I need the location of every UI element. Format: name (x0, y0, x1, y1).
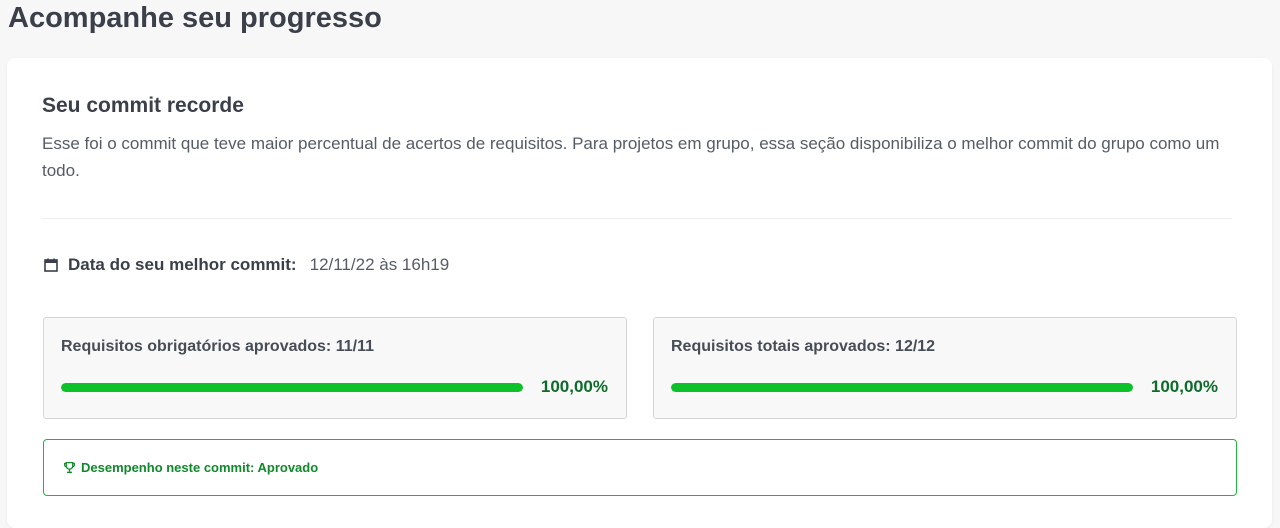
section-title: Seu commit recorde (42, 94, 244, 117)
mandatory-progress-bar (61, 383, 523, 392)
section-description: Esse foi o commit que teve maior percent… (42, 134, 1220, 180)
total-progress-fill (671, 383, 1133, 392)
best-commit-date-row: Data do seu melhor commit: 12/11/22 às 1… (43, 255, 449, 275)
performance-status-box: Desempenho neste commit: Aprovado (43, 439, 1237, 496)
page-title: Acompanhe seu progresso (8, 2, 382, 34)
divider (42, 218, 1232, 219)
calendar-icon (43, 257, 59, 273)
total-requirements-box: Requisitos totais aprovados: 12/12 100,0… (653, 317, 1237, 419)
trophy-icon (63, 461, 76, 474)
total-requirements-title: Requisitos totais aprovados: 12/12 (671, 338, 936, 355)
performance-status-text: Desempenho neste commit: Aprovado (81, 460, 319, 475)
mandatory-progress-fill (61, 383, 523, 392)
date-label: Data do seu melhor commit: (68, 255, 297, 274)
date-value: 12/11/22 às 16h19 (309, 255, 450, 274)
mandatory-requirements-title: Requisitos obrigatórios aprovados: 11/11 (61, 338, 374, 355)
total-progress-bar (671, 383, 1133, 392)
mandatory-requirements-box: Requisitos obrigatórios aprovados: 11/11… (43, 317, 627, 419)
mandatory-progress-percent: 100,00% (540, 377, 608, 396)
best-commit-card: Seu commit recorde Esse foi o commit que… (7, 58, 1272, 528)
total-progress-percent: 100,00% (1150, 377, 1218, 396)
